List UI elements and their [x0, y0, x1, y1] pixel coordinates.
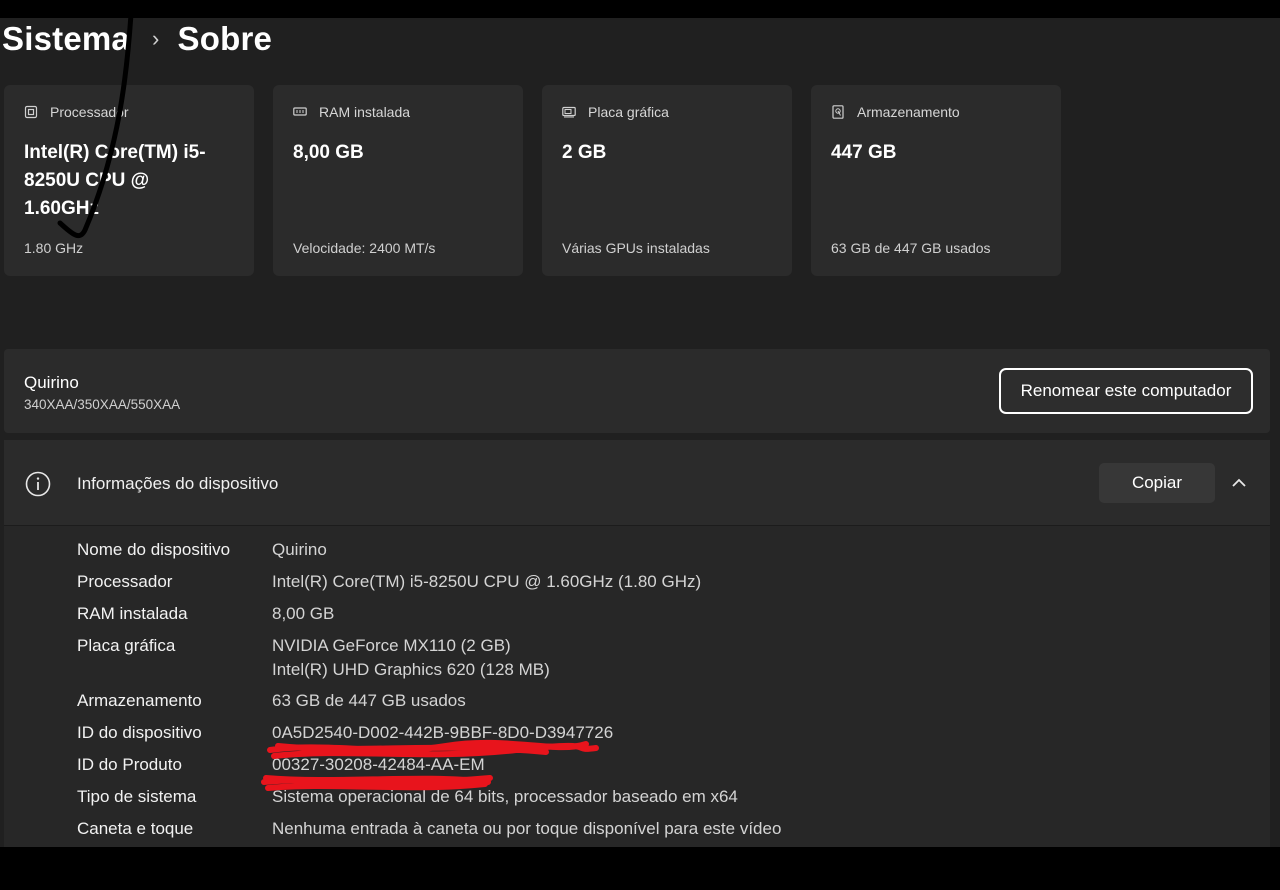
- info-label: RAM instalada: [77, 604, 188, 623]
- info-value: Intel(R) Core(TM) i5-8250U CPU @ 1.60GHz…: [272, 572, 702, 591]
- info-value: NVIDIA GeForce MX110 (2 GB): [272, 636, 511, 655]
- device-model: 340XAA/350XAA/550XAA: [24, 397, 181, 412]
- info-value: Nenhuma entrada à caneta ou por toque di…: [272, 819, 782, 838]
- info-value: 8,00 GB: [272, 604, 335, 623]
- info-label: Nome do dispositivo: [77, 540, 231, 559]
- device-name: Quirino: [24, 373, 79, 392]
- info-value: 63 GB de 447 GB usados: [272, 691, 466, 710]
- spec-label: Placa gráfica: [588, 104, 669, 120]
- spec-card-ram: RAM instalada 8,00 GB Velocidade: 2400 M…: [273, 85, 523, 276]
- spec-sub: 1.80 GHz: [24, 240, 84, 256]
- breadcrumb: Sistema › Sobre: [2, 18, 272, 60]
- device-info-header[interactable]: Informações do dispositivo Copiar: [4, 440, 1270, 526]
- spec-value: Intel(R) Core(TM) i5-8250U CPU @ 1.60GHz: [24, 142, 206, 219]
- info-value: Intel(R) UHD Graphics 620 (128 MB): [272, 660, 550, 679]
- spec-label: RAM instalada: [319, 104, 411, 120]
- settings-window: Sistema › Sobre Processador Intel(R) Cor…: [0, 18, 1280, 847]
- page-title: Sobre: [177, 20, 273, 57]
- rename-computer-button[interactable]: Renomear este computador: [999, 368, 1253, 414]
- info-value: Quirino: [272, 540, 327, 559]
- info-value: 0A5D2540-D002-442B-9BBF-8D0-D3947726: [272, 723, 614, 742]
- info-label: Armazenamento: [77, 691, 202, 710]
- spec-card-storage: Armazenamento 447 GB 63 GB de 447 GB usa…: [811, 85, 1061, 276]
- spec-label: Armazenamento: [857, 104, 960, 120]
- info-label: ID do Produto: [77, 755, 182, 774]
- spec-card-processor: Processador Intel(R) Core(TM) i5-8250U C…: [4, 85, 254, 276]
- info-value: Sistema operacional de 64 bits, processa…: [272, 787, 738, 806]
- spec-sub: 63 GB de 447 GB usados: [831, 240, 991, 256]
- info-icon: [25, 471, 51, 497]
- spec-value: 8,00 GB: [293, 142, 364, 163]
- device-info-title: Informações do dispositivo: [77, 474, 279, 493]
- spec-sub: Várias GPUs instaladas: [562, 240, 710, 256]
- device-name-bar: Quirino 340XAA/350XAA/550XAA Renomear es…: [4, 349, 1270, 433]
- copy-button[interactable]: Copiar: [1099, 463, 1215, 503]
- info-label: Processador: [77, 572, 173, 591]
- spec-label: Processador: [50, 104, 129, 120]
- info-label: Caneta e toque: [77, 819, 194, 838]
- spec-card-gpu: Placa gráfica 2 GB Várias GPUs instalada…: [542, 85, 792, 276]
- ram-icon: [293, 107, 307, 116]
- gpu-icon: [562, 106, 576, 118]
- info-label: Tipo de sistema: [77, 787, 197, 806]
- info-label: Placa gráfica: [77, 636, 176, 655]
- spec-value: 2 GB: [562, 142, 607, 163]
- breadcrumb-separator-icon: ›: [151, 26, 160, 51]
- info-label: ID do dispositivo: [77, 723, 202, 742]
- storage-icon: [832, 105, 844, 119]
- processor-icon: [24, 105, 38, 119]
- breadcrumb-parent[interactable]: Sistema: [2, 20, 130, 58]
- device-info-panel: Informações do dispositivo Copiar Nome d…: [4, 440, 1270, 847]
- spec-value: 447 GB: [831, 142, 897, 163]
- bottom-black-bar: [0, 847, 1280, 890]
- info-value: 00327-30208-42484-AA-EM: [272, 755, 485, 774]
- spec-sub: Velocidade: 2400 MT/s: [293, 240, 436, 256]
- chevron-up-icon[interactable]: [1231, 475, 1247, 491]
